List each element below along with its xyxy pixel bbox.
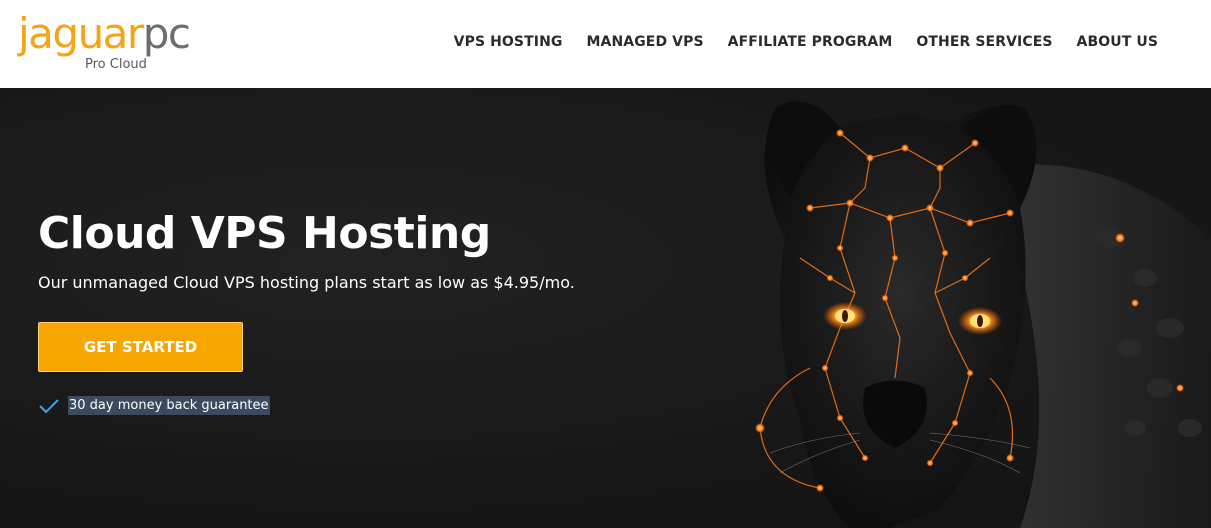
get-started-button[interactable]: GET STARTED bbox=[38, 322, 243, 372]
check-icon bbox=[39, 398, 59, 413]
nav-item-vps-hosting[interactable]: VPS HOSTING bbox=[454, 34, 563, 50]
logo-word-jaguar: jaguar bbox=[18, 9, 144, 58]
nav-item-about-us[interactable]: ABOUT US bbox=[1077, 34, 1158, 50]
nav-item-managed-vps[interactable]: MANAGED VPS bbox=[586, 34, 703, 50]
money-back-guarantee: 30 day money back guarantee bbox=[38, 393, 270, 418]
logo-tagline: Pro Cloud bbox=[85, 57, 147, 72]
panther-circuit-illustration bbox=[755, 101, 1211, 528]
nav-item-affiliate-program[interactable]: AFFILIATE PROGRAM bbox=[728, 34, 893, 50]
guarantee-text: 30 day money back guarantee bbox=[68, 396, 270, 415]
hero-banner: Cloud VPS Hosting Our unmanaged Cloud VP… bbox=[0, 88, 1211, 528]
jaguarpc-logo[interactable]: jaguarpc Pro Cloud bbox=[18, 8, 198, 80]
hero-subtitle: Our unmanaged Cloud VPS hosting plans st… bbox=[38, 273, 575, 292]
hero-title: Cloud VPS Hosting bbox=[38, 208, 491, 259]
nav-item-other-services[interactable]: OTHER SERVICES bbox=[916, 34, 1052, 50]
logo-word-pc: pc bbox=[142, 9, 191, 58]
main-nav: VPS HOSTING MANAGED VPS AFFILIATE PROGRA… bbox=[430, 34, 1158, 50]
site-header: jaguarpc Pro Cloud VPS HOSTING MANAGED V… bbox=[0, 0, 1211, 88]
logo-wordmark: jaguarpc bbox=[18, 8, 191, 60]
